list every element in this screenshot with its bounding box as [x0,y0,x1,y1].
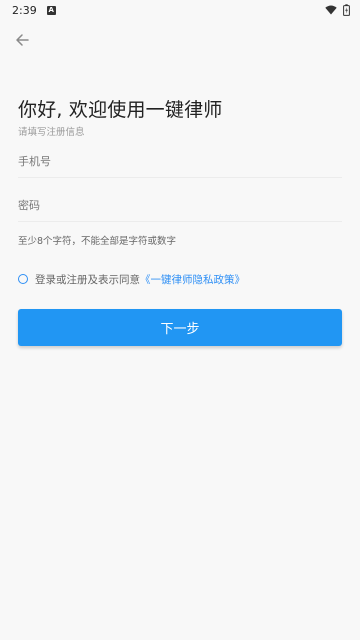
password-hint: 至少8个字符，不能全部是字符或数字 [18,236,177,247]
register-screen: 2:39 A 你好, 欢迎使用一键律师 请填写注册信息 至少8个字符，不能全部是… [0,0,360,640]
phone-input[interactable] [18,146,342,177]
password-input[interactable] [18,190,342,221]
wifi-icon [325,5,337,15]
agreement-text: 登录或注册及表示同意 [35,273,140,286]
battery-charging-icon [343,4,350,16]
page-title: 你好, 欢迎使用一键律师 [18,99,223,121]
status-time: 2:39 [12,3,37,17]
back-button[interactable] [8,26,36,54]
status-bar: 2:39 A [0,0,360,20]
next-button[interactable]: 下一步 [18,309,342,346]
page-subtitle: 请填写注册信息 [18,127,85,138]
arrow-left-icon [16,34,29,46]
agreement-radio[interactable] [18,274,28,284]
notification-icon: A [46,5,56,15]
privacy-policy-link[interactable]: 《一键律师隐私政策》 [140,272,245,287]
status-left: 2:39 A [12,4,56,17]
phone-field-container [18,146,342,178]
agreement-row: 登录或注册及表示同意 《一键律师隐私政策》 [18,271,245,287]
status-right [325,4,350,16]
password-field-container [18,190,342,222]
